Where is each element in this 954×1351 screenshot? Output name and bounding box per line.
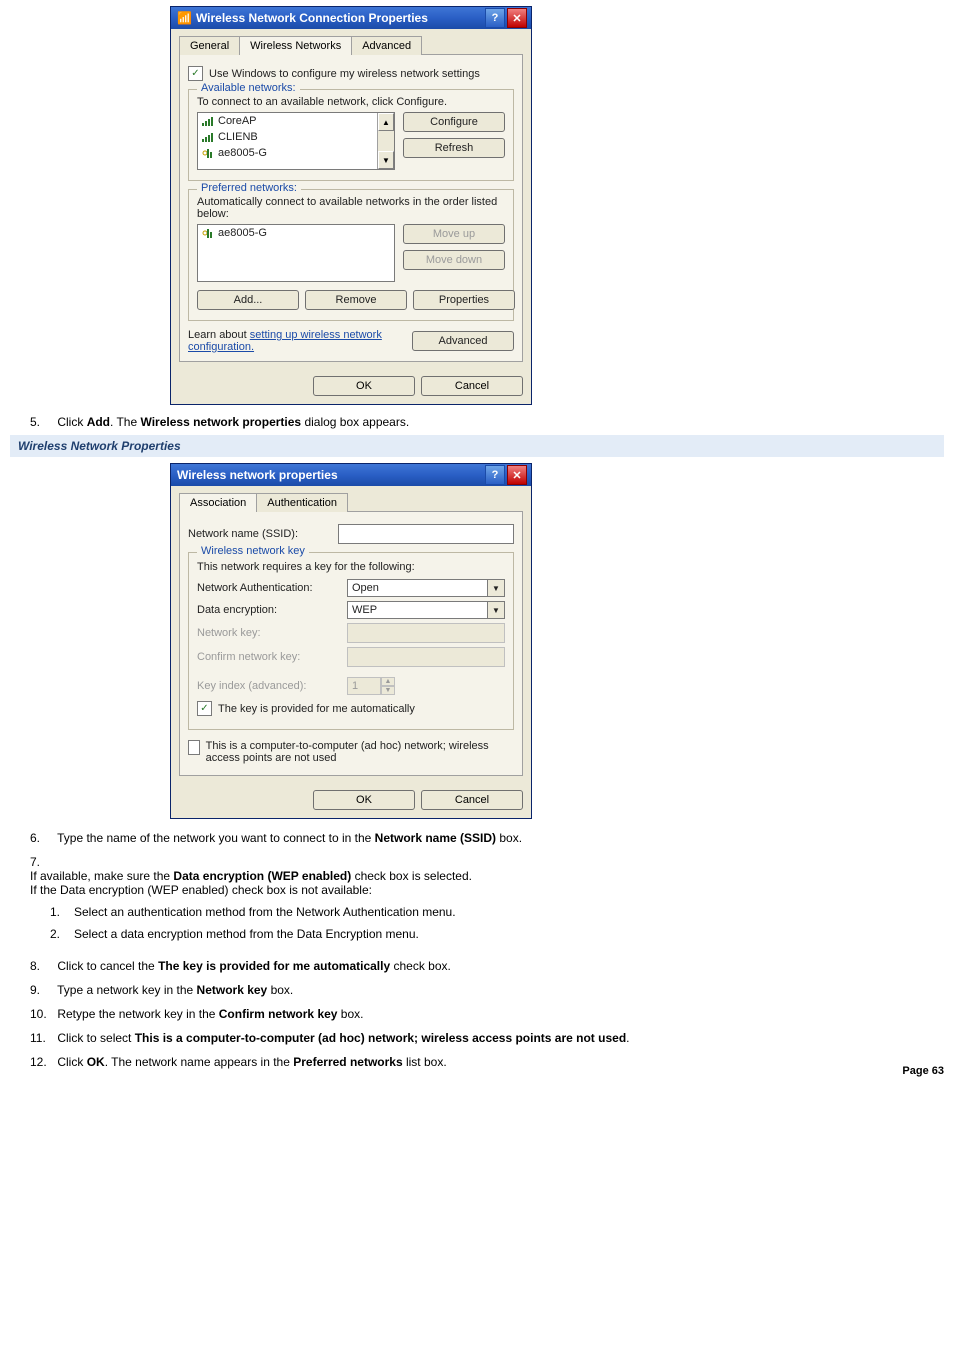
step-number: 6. (30, 831, 54, 845)
adhoc-checkbox[interactable] (188, 740, 200, 755)
secure-signal-icon (202, 148, 214, 158)
preferred-hint: Automatically connect to available netwo… (197, 196, 505, 220)
ok-button[interactable]: OK (313, 790, 415, 810)
use-windows-label: Use Windows to configure my wireless net… (209, 68, 480, 80)
auth-label: Network Authentication: (197, 582, 347, 594)
step-number: 5. (30, 415, 54, 429)
secure-signal-icon (202, 228, 214, 238)
learn-about-text: Learn about setting up wireless network … (188, 329, 412, 353)
tab-wireless-networks[interactable]: Wireless Networks (239, 36, 352, 55)
step-number: 9. (30, 983, 54, 997)
list-item: ae8005-G (198, 225, 394, 241)
window-title: Wireless Network Connection Properties (196, 11, 483, 25)
auto-key-checkbox[interactable]: ✓ (197, 701, 212, 716)
tab-authentication[interactable]: Authentication (256, 493, 348, 512)
refresh-button[interactable]: Refresh (403, 138, 505, 158)
encryption-select[interactable]: WEP ▼ (347, 601, 505, 619)
key-hint: This network requires a key for the foll… (197, 561, 505, 573)
help-button[interactable]: ? (485, 8, 505, 28)
list-item: ae8005-G (198, 145, 377, 161)
tab-association[interactable]: Association (179, 493, 257, 512)
step-number: 7. (30, 855, 54, 869)
close-button[interactable]: ✕ (507, 465, 527, 485)
step-number: 12. (30, 1055, 54, 1069)
auto-key-label: The key is provided for me automatically (218, 703, 415, 715)
list-item: CoreAP (198, 113, 377, 129)
titlebar: Wireless network properties ? ✕ (171, 464, 531, 486)
available-networks-legend: Available networks: (197, 82, 300, 94)
wireless-connection-properties-dialog: 📶 Wireless Network Connection Properties… (170, 6, 532, 405)
step-number: 11. (30, 1031, 54, 1045)
adhoc-label: This is a computer-to-computer (ad hoc) … (206, 740, 514, 764)
cancel-button[interactable]: Cancel (421, 790, 523, 810)
substep-number: 2. (50, 927, 74, 941)
cancel-button[interactable]: Cancel (421, 376, 523, 396)
signal-icon (202, 132, 214, 142)
tab-advanced[interactable]: Advanced (351, 36, 422, 55)
key-index-label: Key index (advanced): (197, 680, 347, 692)
available-hint: To connect to an available network, clic… (197, 96, 505, 108)
confirm-key-label: Confirm network key: (197, 651, 347, 663)
scroll-up-button[interactable]: ▲ (378, 113, 394, 131)
step-number: 10. (30, 1007, 54, 1021)
wireless-key-legend: Wireless network key (197, 545, 309, 557)
substep-number: 1. (50, 905, 74, 919)
ssid-input[interactable] (338, 524, 514, 544)
advanced-button[interactable]: Advanced (412, 331, 514, 351)
spinner-up-icon: ▲ (381, 677, 395, 686)
preferred-networks-list[interactable]: ae8005-G (197, 224, 395, 282)
signal-icon (202, 116, 214, 126)
network-key-input[interactable] (347, 623, 505, 643)
wireless-network-properties-dialog: Wireless network properties ? ✕ Associat… (170, 463, 532, 819)
encryption-label: Data encryption: (197, 604, 347, 616)
network-key-label: Network key: (197, 627, 347, 639)
use-windows-checkbox[interactable]: ✓ (188, 66, 203, 81)
list-item: CLIENB (198, 129, 377, 145)
window-title: Wireless network properties (177, 468, 483, 482)
properties-button[interactable]: Properties (413, 290, 515, 310)
scrollbar[interactable]: ▲ ▼ (377, 113, 394, 169)
add-button[interactable]: Add... (197, 290, 299, 310)
auth-select[interactable]: Open ▼ (347, 579, 505, 597)
confirm-key-input[interactable] (347, 647, 505, 667)
preferred-networks-legend: Preferred networks: (197, 182, 301, 194)
section-heading: Wireless Network Properties (10, 435, 944, 457)
ssid-label: Network name (SSID): (188, 528, 338, 540)
step-number: 8. (30, 959, 54, 973)
key-index-spinner[interactable]: 1 ▲ ▼ (347, 677, 395, 695)
spinner-down-icon: ▼ (381, 686, 395, 695)
chevron-down-icon: ▼ (487, 579, 505, 597)
ok-button[interactable]: OK (313, 376, 415, 396)
titlebar: 📶 Wireless Network Connection Properties… (171, 7, 531, 29)
chevron-down-icon: ▼ (487, 601, 505, 619)
move-down-button[interactable]: Move down (403, 250, 505, 270)
tab-general[interactable]: General (179, 36, 240, 55)
page-number: Page 63 (902, 1065, 944, 1077)
remove-button[interactable]: Remove (305, 290, 407, 310)
app-icon: 📶 (177, 11, 192, 25)
move-up-button[interactable]: Move up (403, 224, 505, 244)
scroll-down-button[interactable]: ▼ (378, 151, 394, 169)
configure-button[interactable]: Configure (403, 112, 505, 132)
available-networks-list[interactable]: CoreAP CLIENB ae8005-G ▲ ▼ (197, 112, 395, 170)
help-button[interactable]: ? (485, 465, 505, 485)
close-button[interactable]: ✕ (507, 8, 527, 28)
